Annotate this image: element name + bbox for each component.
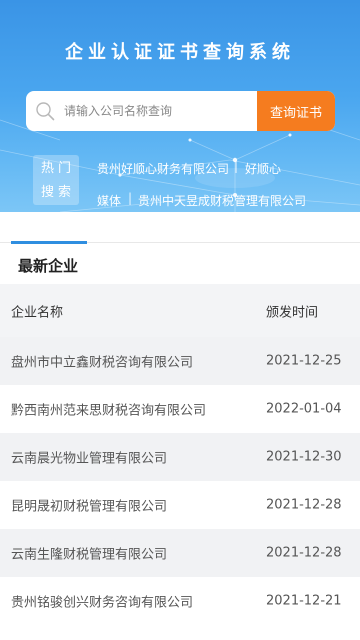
tab-active-indicator [11, 241, 87, 244]
hot-search-link[interactable]: 好顺心 [245, 160, 281, 177]
company-name[interactable]: 云南晨光物业管理有限公司 [11, 448, 167, 467]
hot-search-link[interactable]: 贵州中天昱成财税管理有限公司 [138, 192, 306, 209]
table-row[interactable]: 盘州市中立鑫财税咨询有限公司 2021-12-25 [0, 337, 360, 385]
company-name[interactable]: 盘州市中立鑫财税咨询有限公司 [11, 352, 193, 371]
company-table: 企业名称 颁发时间 盘州市中立鑫财税咨询有限公司 2021-12-25 黔西南州… [0, 284, 360, 625]
company-name[interactable]: 云南生隆财税管理有限公司 [11, 544, 167, 563]
issue-date: 2021-12-30 [266, 449, 342, 465]
table-row[interactable]: 黔西南州范来思财税咨询有限公司 2022-01-04 [0, 385, 360, 433]
hot-search-separator: | [234, 159, 239, 173]
hot-search-link[interactable]: 贵州好顺心财务有限公司 [97, 160, 229, 177]
issue-date: 2021-12-21 [266, 593, 342, 609]
column-header-issue-date: 颁发时间 [266, 305, 319, 320]
tab-latest-companies[interactable]: 最新企业 [18, 255, 78, 276]
query-certificate-button[interactable]: 查询证书 [257, 91, 335, 131]
company-name[interactable]: 贵州铭骏创兴财务咨询有限公司 [11, 592, 193, 611]
tab-bar: 最新企业 [0, 212, 360, 284]
issue-date: 2022-01-04 [266, 401, 342, 417]
table-header: 企业名称 颁发时间 [0, 284, 360, 337]
column-header-company-name: 企业名称 [11, 305, 64, 320]
issue-date: 2021-12-28 [266, 497, 342, 513]
search-bar: 查询证书 [26, 91, 335, 131]
company-name[interactable]: 昆明晟初财税管理有限公司 [11, 496, 167, 515]
table-row[interactable]: 贵州铭骏创兴财务咨询有限公司 2021-12-21 [0, 577, 360, 625]
hot-search-label: 热门 搜索 [33, 155, 79, 205]
table-row[interactable]: 云南生隆财税管理有限公司 2021-12-28 [0, 529, 360, 577]
company-name[interactable]: 黔西南州范来思财税咨询有限公司 [11, 400, 206, 419]
search-icon [36, 102, 55, 121]
hot-search-link[interactable]: 媒体 [97, 192, 121, 209]
table-row[interactable]: 云南晨光物业管理有限公司 2021-12-30 [0, 433, 360, 481]
header-banner: 企业认证证书查询系统 查询证书 热门 搜索 贵州好顺心财务有限公司 | 好顺心 … [0, 0, 360, 212]
search-input[interactable] [64, 91, 254, 131]
hot-search-separator: | [128, 191, 133, 205]
table-row[interactable]: 昆明晟初财税管理有限公司 2021-12-28 [0, 481, 360, 529]
issue-date: 2021-12-25 [266, 353, 342, 369]
issue-date: 2021-12-28 [266, 545, 342, 561]
page-title: 企业认证证书查询系统 [65, 42, 295, 63]
